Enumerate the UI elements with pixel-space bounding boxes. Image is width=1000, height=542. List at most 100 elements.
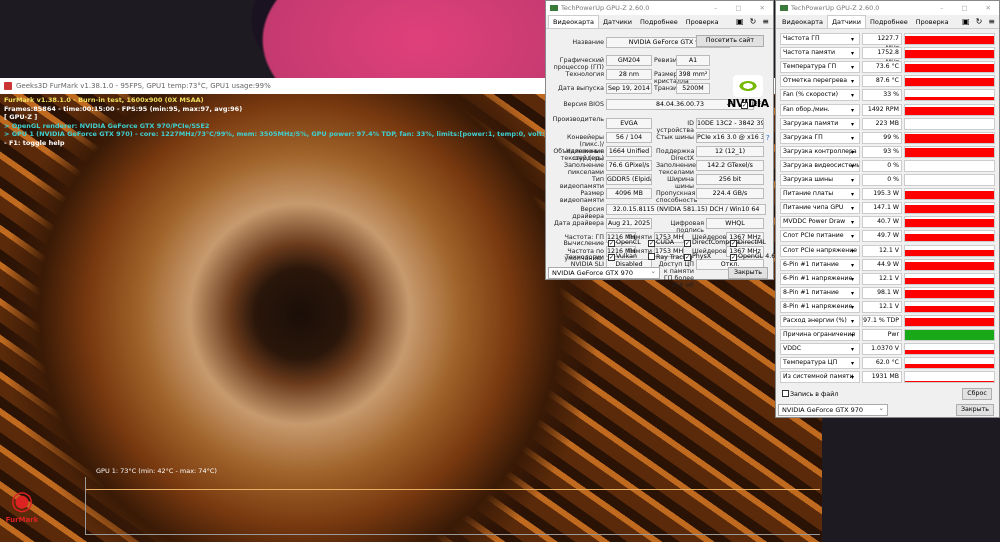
tab-0[interactable]: Видеокарта xyxy=(548,15,599,28)
lookup-button[interactable]: Посетить сайт xyxy=(696,35,764,47)
sensor-row: Загрузка шины ▾ 0 % xyxy=(780,174,995,186)
sensor-name[interactable]: Отметка перегрева ▾ xyxy=(780,75,860,88)
menu-icon[interactable]: ≡ xyxy=(988,17,995,26)
dropdown-arrow-icon: ▾ xyxy=(851,233,855,241)
dropdown-arrow-icon: ▾ xyxy=(851,261,855,269)
sensor-name[interactable]: 6-Pin #1 питание ▾ xyxy=(780,258,860,271)
titlebar[interactable]: TechPowerUp GPU-Z 2.60.0 – □ ✕ xyxy=(546,1,773,15)
sensor-value: Pwr xyxy=(862,329,902,342)
titlebar[interactable]: TechPowerUp GPU-Z 2.60.0 – □ ✕ xyxy=(776,1,999,15)
driver-version-label: Версия драйвера xyxy=(572,206,604,220)
overlay-line: - F1: toggle help xyxy=(4,138,65,147)
sensor-name[interactable]: Частота памяти ▾ xyxy=(780,47,860,60)
overlay-line: > OpenGL renderer: NVIDIA GeForce GTX 97… xyxy=(4,121,210,130)
sensor-graph-fill xyxy=(905,290,994,298)
sensor-value: 0 % xyxy=(862,159,902,172)
sensor-graph-fill xyxy=(905,190,994,200)
sensor-row: Fan обор./мин. ▾ 1492 RPM xyxy=(780,103,995,116)
sensor-name[interactable]: Частота ГП ▾ xyxy=(780,33,860,45)
sensor-name[interactable]: 8-Pin #1 питание ▾ xyxy=(780,286,860,299)
close-button[interactable]: Закрыть xyxy=(956,404,994,416)
sensor-name[interactable]: 8-Pin #1 напряжение ▾ xyxy=(780,300,860,313)
dropdown-arrow-icon: ▾ xyxy=(851,50,855,58)
tab-3[interactable]: Проверка xyxy=(912,16,953,28)
compute-checkbox[interactable]: ✓ CUDA xyxy=(648,239,674,247)
sensor-name[interactable]: VDDC ▾ xyxy=(780,343,860,356)
sensor-name[interactable]: Температура ГП ▾ xyxy=(780,61,860,74)
share-icon[interactable]: ⇗ xyxy=(726,99,734,109)
dropdown-arrow-icon: ▾ xyxy=(851,332,855,340)
technology-checkbox[interactable]: ✓ PhysX xyxy=(684,253,711,261)
sensor-name[interactable]: Загрузка ГП ▾ xyxy=(780,131,860,144)
bus-width-field: 256 bit xyxy=(696,174,764,185)
tab-2[interactable]: Подробнее xyxy=(636,16,682,28)
technology-checkbox[interactable]: ✓ OpenGL 4.6 xyxy=(730,253,775,261)
revision-label: Ревизия xyxy=(654,57,681,64)
sensor-graph-fill xyxy=(905,63,994,73)
help-icon[interactable]: ? xyxy=(766,134,770,142)
sensor-name[interactable]: Температура ЦП ▾ xyxy=(780,357,860,370)
sensor-graph xyxy=(904,230,995,243)
pixel-fillrate-field: 76.6 GPixel/s xyxy=(606,160,652,171)
sensor-row: Причина ограничения ▾ Pwr xyxy=(780,329,995,342)
sensor-row: Слот PCIe питание ▾ 49.7 W xyxy=(780,230,995,243)
compute-checkbox[interactable]: ✓ DirectML xyxy=(730,239,766,247)
sensor-name[interactable]: Питание чипа GPU ▾ xyxy=(780,202,860,215)
maximize-icon[interactable]: □ xyxy=(961,4,967,12)
menu-icon[interactable]: ≡ xyxy=(762,17,769,26)
memory-size-field: 4096 MB xyxy=(606,188,652,199)
tab-3[interactable]: Проверка xyxy=(682,16,723,28)
sensor-value: 93 % xyxy=(862,145,902,158)
sensor-name[interactable]: Загрузка памяти ▾ xyxy=(780,117,860,130)
sensor-name[interactable]: Загрузка контроллера пам▾ xyxy=(780,145,860,158)
sensor-name[interactable]: 6-Pin #1 напряжение ▾ xyxy=(780,272,860,285)
sensor-value: 12.1 V xyxy=(862,272,902,285)
close-icon[interactable]: ✕ xyxy=(986,4,991,12)
camera-icon[interactable]: ▣ xyxy=(962,17,970,26)
close-button[interactable]: Закрыть xyxy=(728,267,768,279)
sensor-row: 8-Pin #1 напряжение ▾ 12.1 V xyxy=(780,300,995,313)
driver-version-field: 32.0.15.8115 (NVIDIA 581.15) DCH / Win10… xyxy=(606,204,766,215)
minimize-icon[interactable]: – xyxy=(940,4,943,12)
bandwidth-field: 224.4 GB/s xyxy=(696,188,764,199)
sensor-name[interactable]: Питание платы ▾ xyxy=(780,188,860,201)
maximize-icon[interactable]: □ xyxy=(735,4,741,12)
sensor-row: 8-Pin #1 питание ▾ 98.1 W xyxy=(780,286,995,299)
shaders-field: 1664 Unified xyxy=(606,146,652,157)
technology-checkbox[interactable]: ✓ Vulkan xyxy=(608,253,637,261)
sensor-name[interactable]: Fan (% скорости) ▾ xyxy=(780,89,860,102)
sensor-name[interactable]: Загрузка видеосистемы ▾ xyxy=(780,159,860,172)
tab-1[interactable]: Датчики xyxy=(826,15,867,28)
reset-button[interactable]: Сброс xyxy=(962,388,992,400)
overlay-line: > GPU 1 (NVIDIA GeForce GTX 970) - core:… xyxy=(4,130,574,138)
close-icon[interactable]: ✕ xyxy=(760,4,765,12)
log-to-file-checkbox[interactable]: Запись в файл xyxy=(782,390,838,398)
gpu-select[interactable]: NVIDIA GeForce GTX 970 xyxy=(548,266,660,279)
sensor-name[interactable]: Расход энергии (%) ▾ xyxy=(780,315,860,327)
refresh-icon[interactable]: ↻ xyxy=(750,17,757,26)
tab-2[interactable]: Подробнее xyxy=(866,16,912,28)
sensor-name[interactable]: Слот PCIe напряжение ▾ xyxy=(780,244,860,257)
refresh-icon[interactable]: ↻ xyxy=(976,17,983,26)
sensor-name[interactable]: MVDDC Power Draw ▾ xyxy=(780,216,860,229)
sensor-name[interactable]: Слот PCIe питание ▾ xyxy=(780,230,860,243)
device-id-label: ID устройства xyxy=(656,120,695,134)
gpu-select[interactable]: NVIDIA GeForce GTX 970 xyxy=(778,403,888,416)
sensor-row: 6-Pin #1 питание ▾ 44.9 W xyxy=(780,258,995,271)
uefi-checkbox[interactable]: ✓ UEFI xyxy=(741,101,763,109)
sensor-name[interactable]: Fan обор./мин. ▾ xyxy=(780,103,860,116)
camera-icon[interactable]: ▣ xyxy=(736,17,744,26)
sensor-name[interactable]: Из системной памяти ▾ xyxy=(780,371,860,384)
compute-checkbox[interactable]: ✓ OpenCL xyxy=(608,239,641,247)
tab-1[interactable]: Датчики xyxy=(599,16,636,28)
minimize-icon[interactable]: – xyxy=(714,4,717,12)
tab-0[interactable]: Видеокарта xyxy=(778,16,827,28)
dropdown-arrow-icon: ▾ xyxy=(851,289,855,297)
sensor-row: Частота памяти▾ 1752.8 MHz xyxy=(780,47,995,66)
sensor-name[interactable]: Загрузка шины ▾ xyxy=(780,174,860,186)
sensor-graph xyxy=(904,300,995,313)
sensor-value: 33 % xyxy=(862,89,902,102)
shaders-label: Объединенные шейдеры xyxy=(553,148,604,162)
sensor-value: 99 % xyxy=(862,131,902,144)
sensor-name[interactable]: Причина ограничения ▾ xyxy=(780,329,860,342)
